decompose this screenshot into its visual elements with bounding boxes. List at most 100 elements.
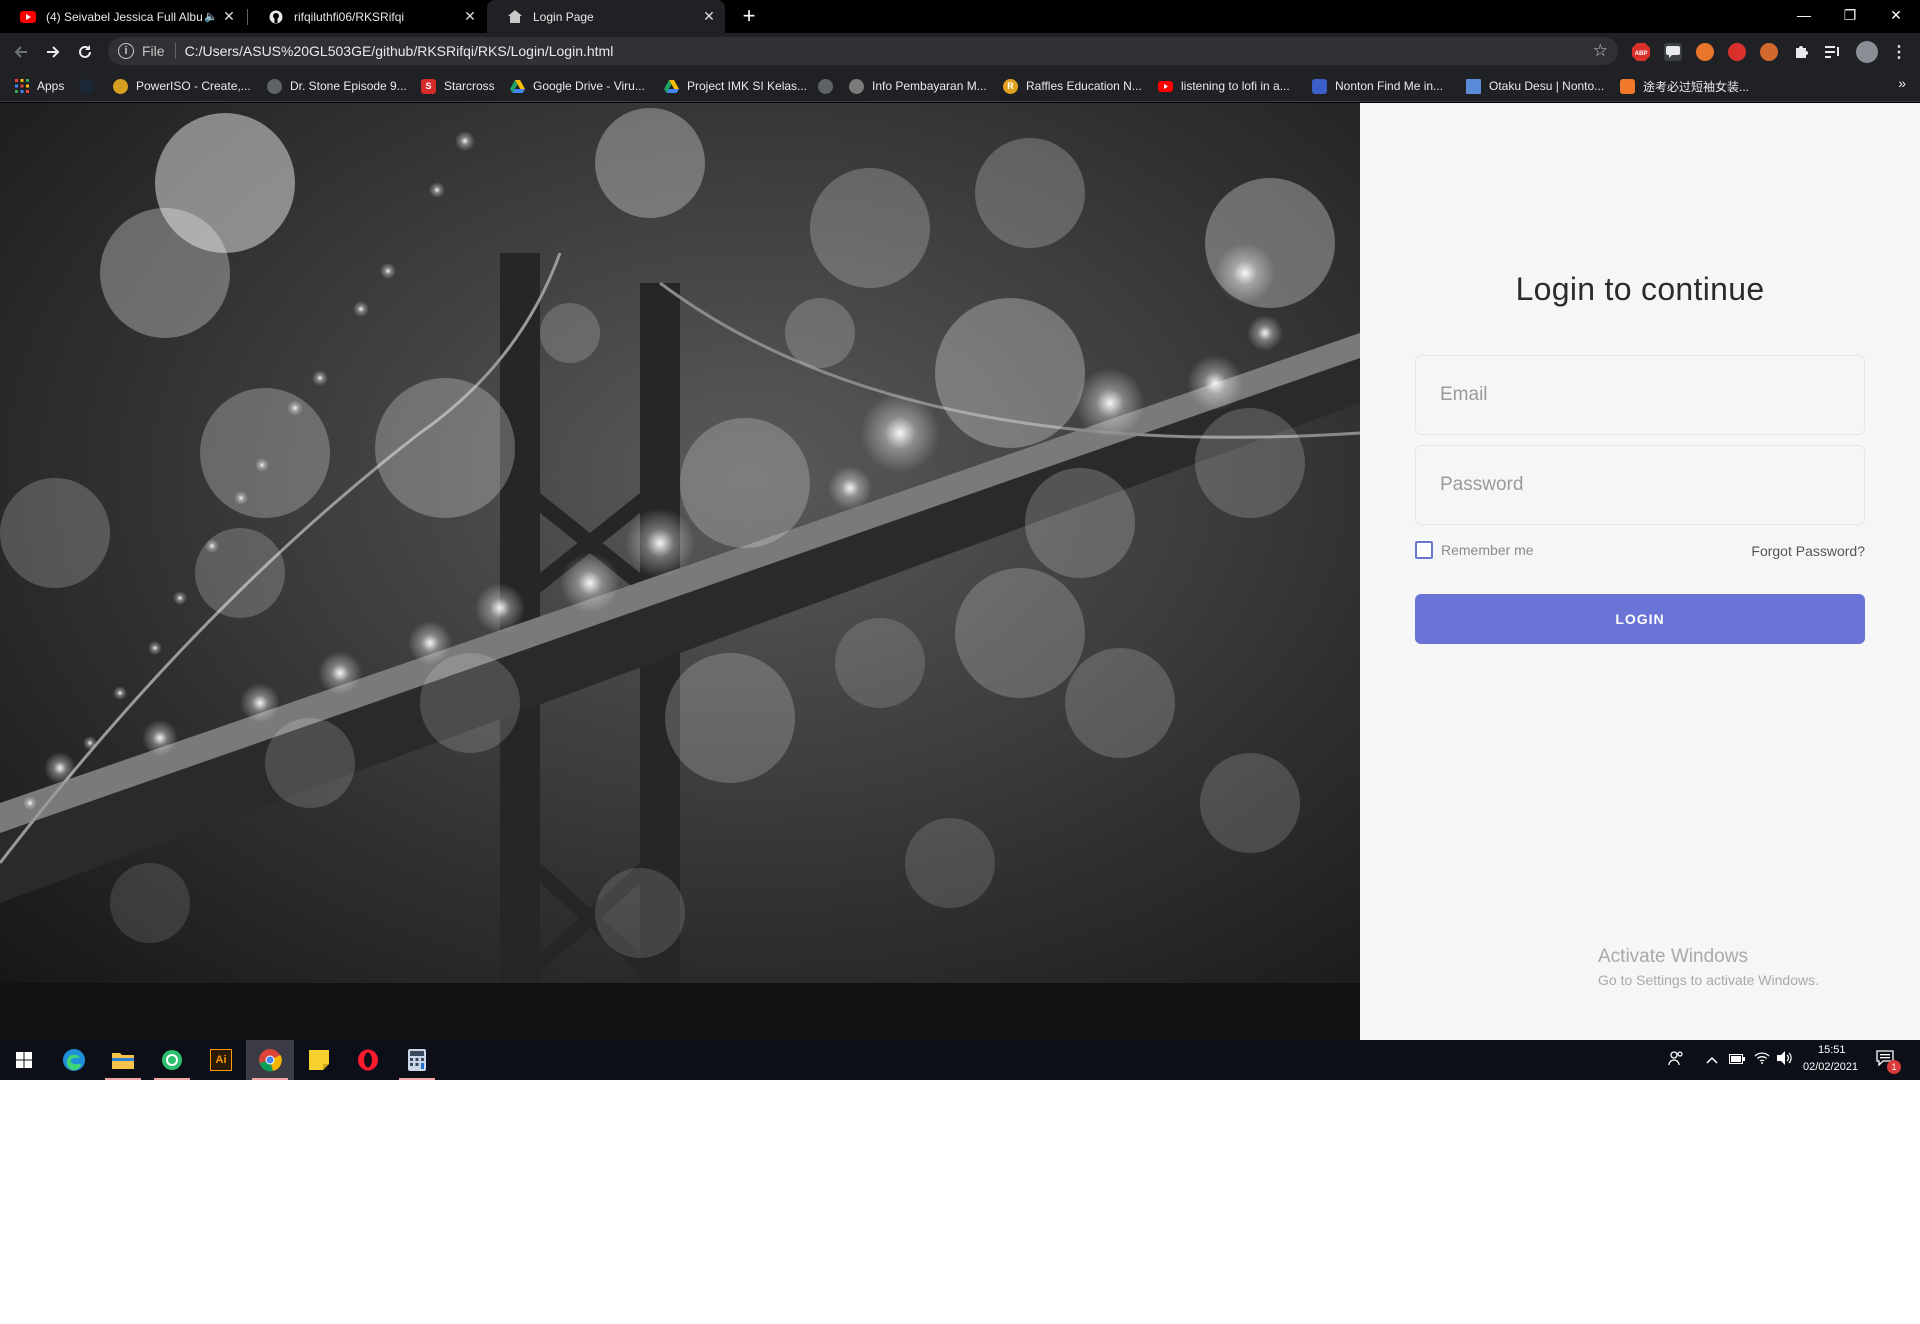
close-icon[interactable]: ✕ <box>462 8 478 25</box>
activate-windows-subtitle: Go to Settings to activate Windows. <box>1598 972 1819 988</box>
youtube-icon <box>1158 79 1173 94</box>
adblock-icon[interactable]: ABP <box>1632 43 1650 61</box>
file-explorer-icon[interactable] <box>99 1040 147 1080</box>
bookmark-steam[interactable] <box>79 77 102 95</box>
bookmark-star-icon[interactable]: ☆ <box>1593 41 1608 61</box>
site-icon <box>849 78 864 94</box>
opera-icon[interactable] <box>344 1040 392 1080</box>
wifi-icon[interactable] <box>1754 1052 1770 1067</box>
hero-image <box>0 103 1360 1040</box>
close-icon[interactable]: ✕ <box>221 8 237 25</box>
google-drive-icon <box>510 79 525 94</box>
tab-title: Login Page <box>533 9 594 24</box>
login-button[interactable]: LOGIN <box>1415 594 1865 644</box>
reload-button[interactable] <box>71 38 99 66</box>
bookmark-label: Info Pembayaran M... <box>872 79 987 93</box>
illustrator-label: Ai <box>210 1049 232 1071</box>
forward-button[interactable] <box>39 38 67 66</box>
clock-time[interactable]: 15:51 <box>1818 1044 1846 1056</box>
close-window-button[interactable]: ✕ <box>1873 0 1919 30</box>
password-field[interactable] <box>1415 445 1865 525</box>
steam-icon <box>79 78 94 94</box>
site-icon <box>1312 78 1327 94</box>
bookmark-otaku-desu[interactable]: Otaku Desu | Nonto... <box>1466 77 1604 95</box>
extension-chat-icon[interactable] <box>1664 43 1682 61</box>
bookmark-poweriso[interactable]: PowerISO - Create,... <box>113 77 251 95</box>
illustrator-icon[interactable]: Ai <box>197 1040 245 1080</box>
chevron-right-icon[interactable]: » <box>1898 75 1906 91</box>
tab-strip: (4) Seivabel Jessica Full Album 🔈 ✕ rifq… <box>0 0 1920 33</box>
extension-red-icon[interactable] <box>1728 43 1746 61</box>
bookmark-chinese-shop[interactable]: 途考必过短袖女装... <box>1620 77 1749 95</box>
url-scheme: File <box>142 43 165 59</box>
sticky-notes-icon[interactable] <box>295 1040 343 1080</box>
activate-windows-title: Activate Windows <box>1598 946 1748 967</box>
globe-icon <box>267 78 282 94</box>
restore-button[interactable]: ❐ <box>1827 0 1873 30</box>
tab-github[interactable]: rifqiluthfi06/RKSRifqi ✕ <box>248 0 486 33</box>
edge-icon[interactable] <box>50 1040 98 1080</box>
extension-fire-icon[interactable] <box>1696 43 1714 61</box>
close-icon[interactable]: ✕ <box>701 8 717 25</box>
divider <box>174 43 176 59</box>
forgot-password-link[interactable]: Forgot Password? <box>1751 542 1865 560</box>
extension-tiger-icon[interactable] <box>1760 43 1778 61</box>
email-field[interactable] <box>1415 355 1865 435</box>
bookmarks-bar: Apps PowerISO - Create,... Dr. Stone Epi… <box>0 70 1920 102</box>
login-panel: Login to continue Remember me Forgot Pas… <box>1360 103 1920 1040</box>
minimize-button[interactable]: — <box>1781 0 1827 30</box>
tab-youtube[interactable]: (4) Seivabel Jessica Full Album 🔈 ✕ <box>0 0 245 33</box>
extensions-puzzle-icon[interactable] <box>1792 43 1810 61</box>
bookmark-label: Apps <box>37 79 65 93</box>
bookmark-dr-stone[interactable]: Dr. Stone Episode 9... <box>267 77 407 95</box>
media-queue-icon[interactable] <box>1824 43 1842 61</box>
chevron-up-icon[interactable] <box>1706 1052 1718 1067</box>
bookmark-google-drive[interactable]: Google Drive - Viru... <box>510 77 645 95</box>
bookmark-label: Dr. Stone Episode 9... <box>290 79 407 93</box>
home-icon <box>507 9 523 25</box>
bookmark-label: Otaku Desu | Nonto... <box>1489 79 1605 93</box>
github-icon <box>268 9 284 25</box>
bookmark-label: Google Drive - Viru... <box>533 79 645 93</box>
profile-avatar-icon[interactable] <box>1856 41 1878 63</box>
starcross-icon: S <box>421 78 436 94</box>
calculator-icon[interactable] <box>393 1040 441 1080</box>
app-green-icon[interactable] <box>148 1040 196 1080</box>
bookmark-label: Project IMK SI Kelas... <box>687 79 808 93</box>
bookmark-starcross[interactable]: S Starcross <box>421 77 495 95</box>
raffles-icon: R <box>1003 78 1018 94</box>
site-icon <box>1466 78 1481 94</box>
svg-text:ABP: ABP <box>1635 51 1648 57</box>
bookmark-raffles[interactable]: R Raffles Education N... <box>1003 77 1142 95</box>
notification-badge: 1 <box>1887 1060 1901 1074</box>
apps-grid-icon <box>14 79 29 94</box>
poweriso-icon <box>113 78 128 94</box>
clock-date[interactable]: 02/02/2021 <box>1803 1061 1858 1073</box>
info-icon[interactable]: i <box>118 43 134 59</box>
bookmark-project-imk[interactable]: Project IMK SI Kelas... <box>664 77 807 95</box>
bookmark-info-pembayaran[interactable]: Info Pembayaran M... <box>849 77 987 95</box>
menu-icon[interactable]: ⋮ <box>1890 43 1908 61</box>
bookmark-label: Raffles Education N... <box>1026 79 1142 93</box>
bookmark-apps[interactable]: Apps <box>14 77 64 95</box>
tab-title: (4) Seivabel Jessica Full Album <box>46 9 203 24</box>
new-tab-button[interactable]: + <box>737 4 761 28</box>
bookmark-globe[interactable] <box>818 77 841 95</box>
remember-me-label[interactable]: Remember me <box>1441 541 1534 559</box>
battery-icon[interactable] <box>1729 1052 1745 1067</box>
tab-login-page[interactable]: Login Page ✕ <box>487 0 725 33</box>
url-text[interactable]: C:/Users/ASUS%20GL503GE/github/RKSRifqi/… <box>185 43 614 59</box>
back-button[interactable] <box>7 38 35 66</box>
bookmark-nonton[interactable]: Nonton Find Me in... <box>1312 77 1443 95</box>
site-icon <box>1620 78 1635 94</box>
address-bar[interactable]: i File C:/Users/ASUS%20GL503GE/github/RK… <box>108 37 1618 65</box>
volume-icon[interactable] <box>1777 1051 1793 1068</box>
people-icon[interactable] <box>1668 1050 1684 1069</box>
page-viewport: Login to continue Remember me Forgot Pas… <box>0 103 1920 1040</box>
bookmark-lofi[interactable]: listening to lofi in a... <box>1158 77 1290 95</box>
chrome-icon[interactable] <box>246 1040 294 1080</box>
remember-me-checkbox[interactable] <box>1415 541 1433 559</box>
bookmark-label: PowerISO - Create,... <box>136 79 251 93</box>
start-icon[interactable] <box>0 1040 48 1080</box>
audio-icon[interactable]: 🔈 <box>203 9 219 25</box>
